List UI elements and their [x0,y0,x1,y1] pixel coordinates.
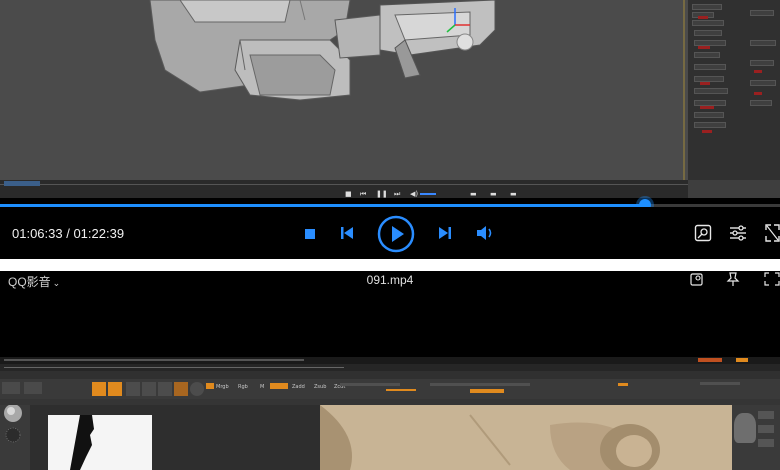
time-display: 01:06:33 / 01:22:39 [12,226,124,241]
player-header: QQ影音 ⌄ 091.mp4 [0,271,780,357]
volume-icon[interactable] [476,225,494,246]
sculpt-render [30,405,732,470]
tool-zsub[interactable]: Zsub [314,384,326,390]
pin-icon[interactable] [726,272,740,291]
zbrush-subbar [0,371,780,379]
equalizer-icon[interactable] [729,224,747,247]
zbrush-right-shelf [732,405,780,470]
play-icon[interactable] [377,215,415,258]
file-title: 091.mp4 [366,273,414,287]
zbrush-canvas[interactable] [30,405,732,470]
player-controls: 01:06:33 / 01:22:39 [0,207,780,259]
skip-next-icon[interactable] [438,226,452,245]
zbrush-menubar [0,364,780,371]
properties-panel [688,0,780,180]
tool-mrgb[interactable]: Mrgb [216,384,229,390]
stop-icon[interactable] [304,227,316,245]
zbrush-toolbar: Mrgb Rgb M Zadd Zsub Zcut [0,379,780,399]
current-time: 01:06:33 [12,226,63,241]
time-separator: / [62,226,74,241]
tool-zadd[interactable]: Zadd [292,384,305,390]
3d-viewport [0,0,688,180]
3d-model-render [0,0,688,180]
screenshot-icon[interactable] [694,224,712,247]
zbrush-left-shelf [0,404,30,470]
fullscreen-icon[interactable] [765,224,780,247]
total-time: 01:22:39 [73,226,125,241]
divider [0,259,780,271]
fullscreen-icon[interactable] [764,272,780,291]
screenshot-icon[interactable] [690,272,704,291]
tool-rgb[interactable]: Rgb [238,384,248,390]
video-frame-bottom[interactable]: Mrgb Rgb M Zadd Zsub Zcut [0,357,780,470]
zbrush-titlebar [0,357,780,364]
inner-player-controls: ■ ⏮ ❚❚ ⏭ ◀) ▬ ▬ ▬ [345,190,517,198]
tool-m[interactable]: M [260,384,264,390]
video-frame-top[interactable]: ■ ⏮ ❚❚ ⏭ ◀) ▬ ▬ ▬ [0,0,780,198]
skip-previous-icon[interactable] [340,226,354,245]
